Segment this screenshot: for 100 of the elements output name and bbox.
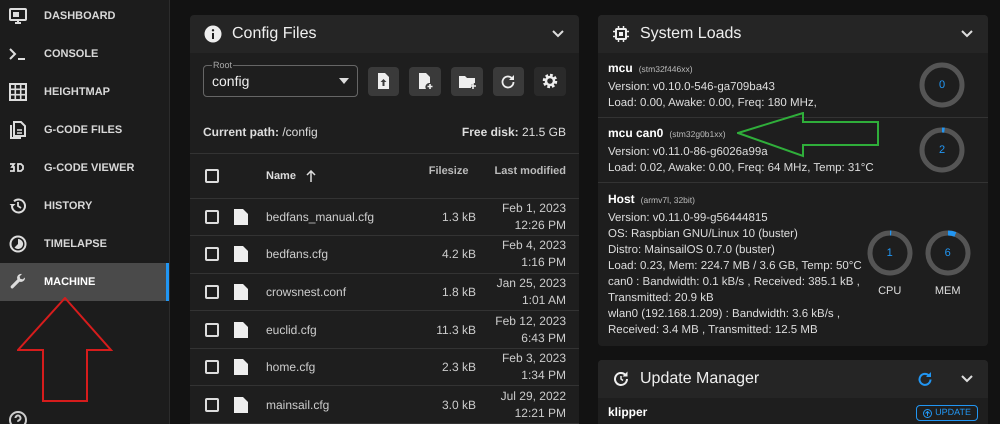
nav-item[interactable]: HEIGHTMAP: [0, 73, 169, 111]
gauge-label: MEM: [934, 284, 961, 300]
refresh-icon: [917, 371, 933, 387]
gauge-label: CPU: [878, 284, 902, 300]
info-line: Load: 0.02, Awake: 0.00, Freq: 64 MHz, Temp: 31°C: [608, 160, 875, 176]
file-size: 3.0 kB: [440, 396, 476, 414]
device-name: mcu: [608, 60, 633, 76]
sort-arrow-icon: [306, 170, 316, 182]
checkbox[interactable]: [205, 398, 219, 412]
toolbar-button[interactable]: [492, 66, 524, 96]
file-name[interactable]: home.cfg: [266, 358, 396, 376]
modified-time: 6:43 PM: [521, 330, 566, 347]
settings-icon: [541, 72, 560, 90]
checkbox[interactable]: [205, 322, 219, 337]
nav-item[interactable]: G-CODE VIEWER: [0, 149, 169, 187]
file-size: 1.3 kB: [440, 208, 476, 226]
modified-date: Feb 1, 2023: [502, 200, 566, 217]
upload-icon: [923, 408, 932, 418]
modified-time: 1:34 PM: [521, 367, 566, 384]
info-line: Version: v0.10.0-546-ga709ba43: [608, 80, 776, 94]
monitor-icon: [8, 6, 28, 26]
column-header[interactable]: Last modified: [494, 163, 566, 180]
current-path-text: Current path: /config: [203, 124, 318, 141]
checkbox[interactable]: [205, 360, 219, 374]
component-name: klipper: [608, 404, 648, 421]
nav-item[interactable]: HISTORY: [0, 187, 169, 225]
modified-time: 1:16 PM: [521, 254, 566, 272]
info-line: Transmitted: 20.9 kB: [608, 291, 715, 306]
info-line: Version: v0.11.0-86-g6026a99a: [608, 144, 769, 160]
nav-item[interactable]: G-CODE FILES: [0, 111, 169, 149]
checkbox[interactable]: [205, 210, 219, 224]
history-icon: [8, 196, 28, 216]
file-name[interactable]: mainsail.cfg: [266, 396, 396, 414]
gauge-value: 6: [944, 246, 951, 261]
chip-label: (stm32g0b1xx): [669, 128, 726, 141]
new-file-icon: [416, 72, 434, 90]
info-line: Load: 0.00, Awake: 0.00, Freq: 180 MHz,: [608, 96, 818, 110]
info-line: Distro: MainsailOS 0.7.0 (buster): [608, 243, 776, 258]
gauge-value: 2: [938, 142, 946, 158]
file-name[interactable]: bedfans.cfg: [266, 245, 396, 264]
modified-time: 1:01 AM: [522, 292, 566, 309]
file-icon: [234, 322, 248, 338]
toolbar-button[interactable]: [450, 66, 483, 96]
chip-icon: [612, 25, 630, 43]
column-header[interactable]: Name: [266, 168, 296, 184]
free-disk-text: Free disk: 21.5 GB: [462, 124, 566, 141]
modified-date: Feb 12, 2023: [495, 312, 566, 330]
load-gauge: [918, 61, 966, 109]
gauge-value: 1: [886, 246, 893, 261]
nav-item[interactable]: MACHINE: [0, 263, 169, 301]
file-icon: [234, 246, 248, 262]
file-size: 1.8 kB: [440, 284, 476, 301]
refresh-button[interactable]: [916, 370, 934, 388]
help-icon[interactable]: [8, 410, 28, 424]
modified-date: Jul 29, 2022: [500, 388, 566, 405]
update-button[interactable]: UPDATE: [916, 405, 978, 421]
nav-item[interactable]: DASHBOARD: [0, 0, 169, 35]
file-icon: [234, 284, 248, 300]
gauge-value: 0: [938, 78, 946, 93]
panel-header: Update Manager: [598, 360, 988, 398]
modified-date: Feb 4, 2023: [502, 237, 566, 254]
device-name: mcu can0: [608, 124, 664, 140]
info-line: wlan0 (192.168.1.209) : Bandwidth: 3.6 kB/s ,: [608, 307, 842, 322]
info-icon: [204, 25, 222, 43]
files-icon: [8, 120, 28, 140]
modified-time: 12:26 PM: [514, 216, 566, 234]
nav-item[interactable]: TIMELAPSE: [0, 225, 169, 263]
file-name[interactable]: crowsnest.conf: [266, 282, 396, 301]
toolbar-button[interactable]: [534, 66, 566, 96]
chip-label: (stm32f446xx): [638, 62, 693, 76]
checkbox[interactable]: [205, 247, 219, 262]
modified-date: Jan 25, 2023: [496, 274, 566, 292]
info-line: can0 : Bandwidth: 0.1 kB/s , Received: 385.1 kB ,: [608, 275, 861, 290]
panel-header: System Loads: [598, 15, 988, 53]
file-size: 2.3 kB: [440, 359, 476, 376]
file-name[interactable]: euclid.cfg: [266, 320, 396, 339]
file-size: 11.3 kB: [435, 322, 476, 339]
chip-label: (armv7l, 32bit): [640, 194, 695, 207]
modified-time: 12:21 PM: [514, 404, 566, 422]
file-name[interactable]: bedfans_manual.cfg: [266, 208, 396, 226]
dropdown-caret-icon: [338, 78, 349, 84]
toolbar-button[interactable]: [368, 66, 400, 96]
modified-date: Feb 3, 2023: [502, 350, 566, 368]
info-line: Version: v0.11.0-99-g56444815: [608, 211, 769, 226]
file-size: 4.2 kB: [440, 246, 476, 264]
device-name: Host: [608, 191, 635, 207]
file-icon: [234, 359, 248, 376]
nav-item[interactable]: CONSOLE: [0, 35, 169, 73]
column-header[interactable]: Filesize: [428, 163, 468, 180]
file-icon: [234, 396, 248, 413]
grid-icon: [8, 82, 28, 102]
info-line: Load: 0.23, Mem: 224.7 MB / 3.6 GB, Temp: 50°C: [608, 259, 862, 274]
refresh-icon: [612, 370, 630, 388]
checkbox[interactable]: [205, 284, 219, 299]
toolbar-button[interactable]: [409, 66, 441, 96]
timelapse-icon: [8, 234, 28, 254]
info-line: Received: 3.4 MB , Transmitted: 12.5 MB: [608, 323, 819, 338]
panel-header: Config Files: [190, 15, 579, 53]
checkbox[interactable]: [205, 168, 219, 183]
file-icon: [234, 208, 248, 225]
